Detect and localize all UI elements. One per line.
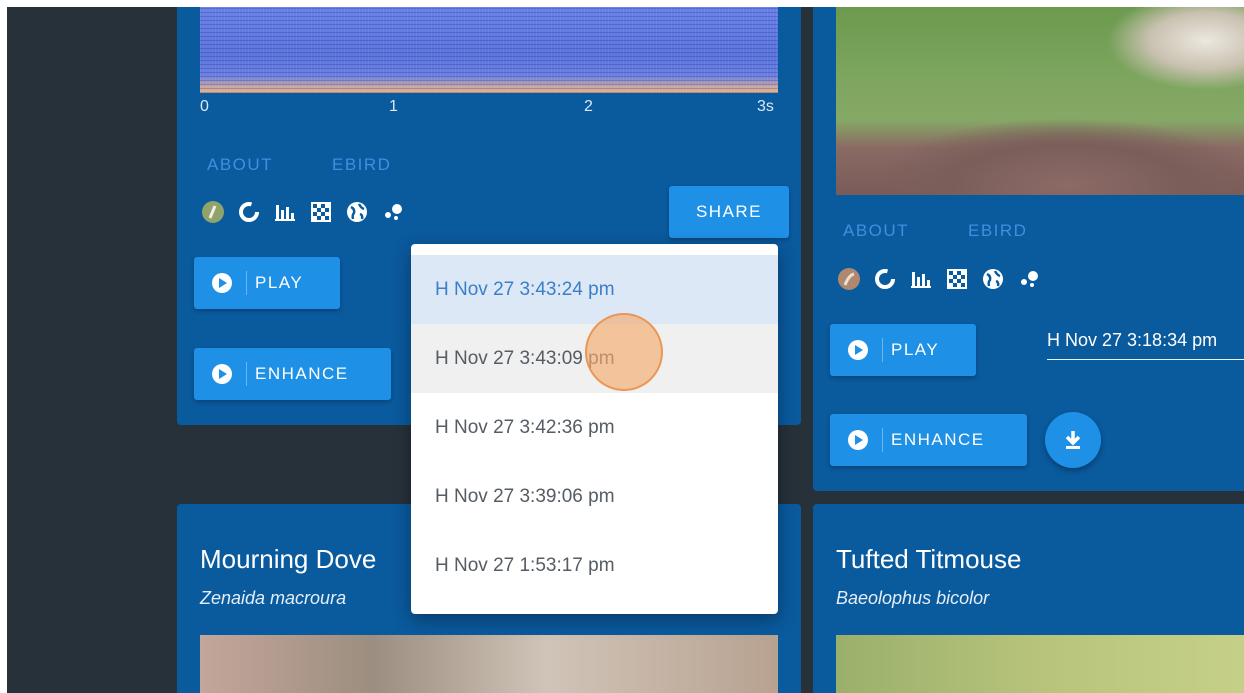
enhance-label: ENHANCE <box>891 430 985 449</box>
scientific-name: Zenaida macroura <box>200 588 347 608</box>
bar-chart-icon[interactable] <box>273 200 297 224</box>
donut-icon[interactable] <box>873 267 897 291</box>
enhance-label: ENHANCE <box>255 364 349 383</box>
scatter-dots-icon[interactable] <box>1017 267 1041 291</box>
axis-tick: 0 <box>200 98 209 115</box>
click-indicator <box>585 313 663 391</box>
axis-tick: 2 <box>584 98 593 115</box>
menu-item-recording[interactable]: H Nov 27 3:39:06 pm <box>411 462 778 531</box>
checker-grid-icon[interactable] <box>309 200 333 224</box>
play-label: PLAY <box>255 273 304 292</box>
download-button[interactable] <box>1045 412 1101 468</box>
play-icon <box>848 430 868 450</box>
menu-item-recording[interactable]: H Nov 27 3:42:36 pm <box>411 393 778 462</box>
button-divider <box>246 271 247 295</box>
bird-card-tufted-titmouse: Tufted Titmouse Baeolophus bicolor <box>813 504 1244 693</box>
scientific-name: Baeolophus bicolor <box>836 588 990 608</box>
share-button[interactable]: SHARE <box>669 186 789 238</box>
button-divider <box>882 338 883 362</box>
enhance-button[interactable]: ENHANCE <box>830 414 1027 466</box>
axis-tick: 1 <box>389 98 398 115</box>
menu-padding <box>411 244 778 255</box>
menu-item-recording[interactable]: H Nov 27 3:43:24 pm <box>411 255 778 324</box>
bird-photo-icon[interactable] <box>201 200 225 224</box>
ebird-link[interactable]: EBIRD <box>332 155 391 175</box>
enhance-button[interactable]: ENHANCE <box>194 348 391 400</box>
play-button[interactable]: PLAY <box>830 324 976 376</box>
play-icon <box>212 273 232 293</box>
spectrogram[interactable] <box>200 7 778 93</box>
card-icon-row <box>837 267 1041 291</box>
app-frame: 0 1 2 3s ABOUT EBIRD SHARE PLAY ENHANCE … <box>7 7 1244 693</box>
recording-select[interactable]: H Nov 27 3:18:34 pm <box>1047 330 1244 360</box>
ebird-link[interactable]: EBIRD <box>968 221 1027 241</box>
bird-photo <box>200 635 778 693</box>
checker-grid-icon[interactable] <box>945 267 969 291</box>
play-icon <box>212 364 232 384</box>
about-link[interactable]: ABOUT <box>207 155 273 175</box>
download-icon <box>1065 431 1081 449</box>
globe-icon[interactable] <box>345 200 369 224</box>
spectrogram-axis: 0 1 2 3s <box>200 98 780 118</box>
play-button[interactable]: PLAY <box>194 257 340 309</box>
button-divider <box>882 428 883 452</box>
axis-tick: 3s <box>757 98 774 115</box>
card-icon-row <box>201 200 405 224</box>
common-name: Tufted Titmouse <box>836 544 1022 574</box>
donut-icon[interactable] <box>237 200 261 224</box>
about-link[interactable]: ABOUT <box>843 221 909 241</box>
bird-photo <box>836 635 1244 693</box>
bar-chart-icon[interactable] <box>909 267 933 291</box>
recording-dropdown-menu: H Nov 27 3:43:24 pm H Nov 27 3:43:09 pm … <box>411 244 778 614</box>
play-label: PLAY <box>891 340 940 359</box>
button-divider <box>246 362 247 386</box>
play-icon <box>848 340 868 360</box>
menu-item-recording[interactable]: H Nov 27 1:53:17 pm <box>411 531 778 600</box>
scatter-dots-icon[interactable] <box>381 200 405 224</box>
bird-photo-icon[interactable] <box>837 267 861 291</box>
globe-icon[interactable] <box>981 267 1005 291</box>
bird-photo <box>836 7 1244 195</box>
bird-card-top-right: ABOUT EBIRD PLAY H Nov 27 3:18:34 pm ENH… <box>813 7 1244 491</box>
common-name: Mourning Dove <box>200 544 377 574</box>
